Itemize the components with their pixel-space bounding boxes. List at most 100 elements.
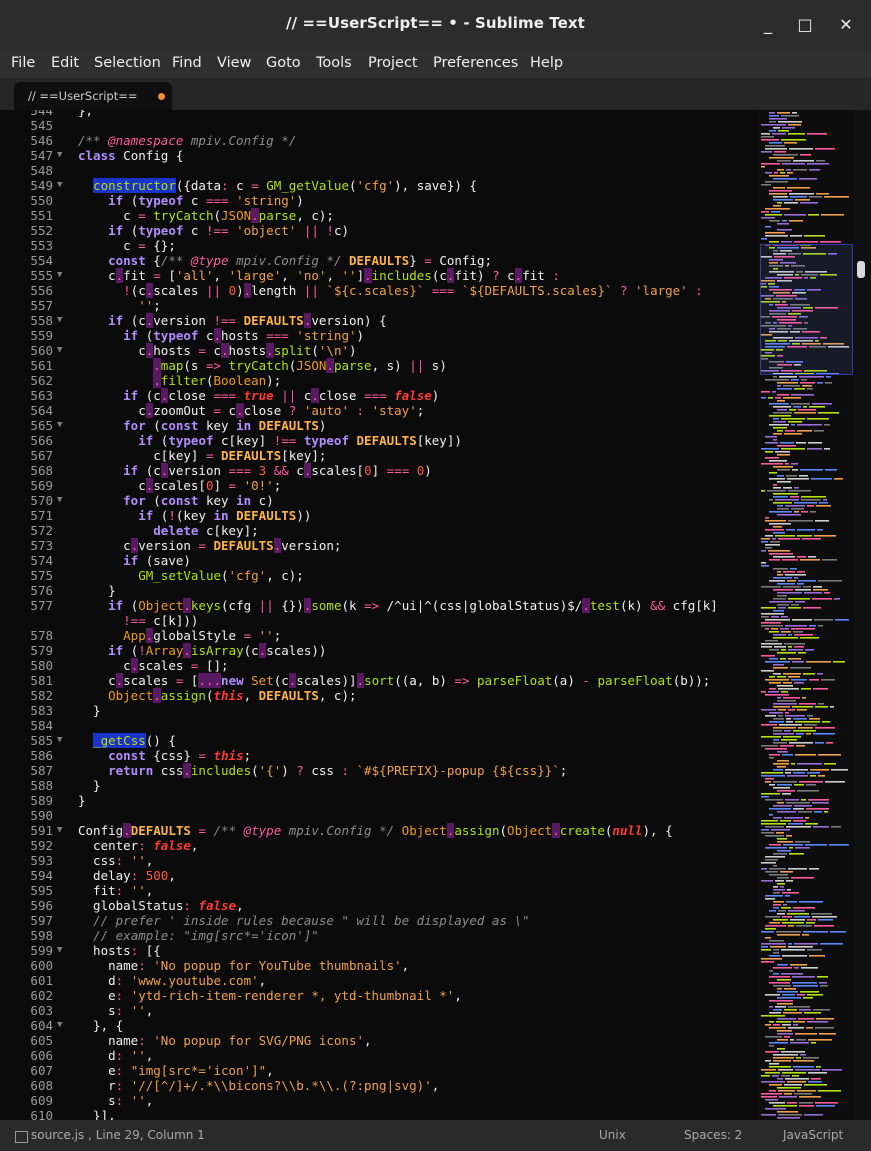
status-syntax[interactable]: JavaScript: [783, 1128, 843, 1142]
menu-preferences[interactable]: Preferences: [433, 55, 518, 71]
code-line[interactable]: c.zoomOut = c.close ? 'auto' : 'stay';: [78, 403, 757, 418]
tab-userscript[interactable]: // ==UserScript==: [14, 82, 172, 110]
code-line[interactable]: c.version = DEFAULTS.version;: [78, 538, 757, 553]
code-line[interactable]: .filter(Boolean);: [78, 373, 757, 388]
minimize-button[interactable]: _: [758, 15, 778, 35]
fold-arrow-icon[interactable]: ▼: [57, 313, 62, 328]
code-line[interactable]: for (const key in c): [78, 493, 757, 508]
code-line[interactable]: if (typeof c[key] !== typeof DEFAULTS[ke…: [78, 433, 757, 448]
code-line[interactable]: c = tryCatch(JSON.parse, c);: [78, 208, 757, 223]
fold-arrow-icon[interactable]: ▼: [57, 1018, 62, 1033]
menu-project[interactable]: Project: [368, 55, 418, 71]
fold-arrow-icon[interactable]: ▼: [57, 733, 62, 748]
code-line[interactable]: if (typeof c !== 'object' || !c): [78, 223, 757, 238]
code-line[interactable]: Object.assign(this, DEFAULTS, c);: [78, 688, 757, 703]
menu-file[interactable]: File: [11, 55, 35, 71]
code-line[interactable]: css: '',: [78, 853, 757, 868]
code-line[interactable]: c.scales = [...new Set(c.scales)].sort((…: [78, 673, 757, 688]
code-line[interactable]: [78, 163, 757, 178]
fold-arrow-icon[interactable]: ▼: [57, 418, 62, 433]
fold-arrow-icon[interactable]: ▼: [57, 343, 62, 358]
code-line[interactable]: }: [78, 703, 757, 718]
menu-view[interactable]: View: [217, 55, 251, 71]
code-line[interactable]: }: [78, 793, 757, 808]
code-line[interactable]: hosts: [{: [78, 943, 757, 958]
close-button[interactable]: ✕: [836, 15, 856, 35]
fold-arrow-icon[interactable]: ▼: [57, 178, 62, 193]
scrollbar-thumb[interactable]: [857, 261, 865, 278]
code-line[interactable]: e: "img[src*='icon']",: [78, 1063, 757, 1078]
menu-goto[interactable]: Goto: [266, 55, 301, 71]
code-line[interactable]: for (const key in DEFAULTS): [78, 418, 757, 433]
minimap[interactable]: [757, 110, 853, 1120]
code-line[interactable]: s: '',: [78, 1003, 757, 1018]
code-line[interactable]: }],: [78, 1108, 757, 1120]
fold-arrow-icon[interactable]: ▼: [57, 823, 62, 838]
code-line[interactable]: constructor({data: c = GM_getValue('cfg'…: [78, 178, 757, 193]
code-line[interactable]: Config.DEFAULTS = /** @type mpiv.Config …: [78, 823, 757, 838]
code-line[interactable]: e: 'ytd-rich-item-renderer *, ytd-thumbn…: [78, 988, 757, 1003]
minimap-viewport[interactable]: [760, 244, 853, 375]
code-line[interactable]: App.globalStyle = '';: [78, 628, 757, 643]
code-line[interactable]: if (save): [78, 553, 757, 568]
code-line[interactable]: _getCss() {: [78, 733, 757, 748]
code-line[interactable]: d: 'www.youtube.com',: [78, 973, 757, 988]
code-line[interactable]: c.hosts = c.hosts.split('\n'): [78, 343, 757, 358]
menu-tools[interactable]: Tools: [316, 55, 352, 71]
code-line[interactable]: if (c.version !== DEFAULTS.version) {: [78, 313, 757, 328]
unsaved-dot-icon[interactable]: [158, 93, 165, 100]
code-line[interactable]: };: [78, 110, 757, 118]
fold-arrow-icon[interactable]: ▼: [57, 148, 62, 163]
code-line[interactable]: if (typeof c.hosts === 'string'): [78, 328, 757, 343]
status-line-ending[interactable]: Unix: [599, 1128, 626, 1142]
code-line[interactable]: name: 'No popup for YouTube thumbnails',: [78, 958, 757, 973]
panel-toggle-icon[interactable]: [15, 1131, 28, 1143]
menu-help[interactable]: Help: [530, 55, 563, 71]
code-line[interactable]: !== c[k])): [78, 613, 757, 628]
menu-selection[interactable]: Selection: [94, 55, 161, 71]
fold-arrow-icon[interactable]: ▼: [57, 268, 62, 283]
fold-arrow-icon[interactable]: ▼: [57, 943, 62, 958]
code-line[interactable]: [78, 808, 757, 823]
code-line[interactable]: c.scales[0] = '0!';: [78, 478, 757, 493]
code-line[interactable]: }, {: [78, 1018, 757, 1033]
menu-find[interactable]: Find: [172, 55, 202, 71]
code-line[interactable]: center: false,: [78, 838, 757, 853]
code-line[interactable]: [78, 118, 757, 133]
code-line[interactable]: delay: 500,: [78, 868, 757, 883]
maximize-button[interactable]: □: [795, 15, 815, 35]
code-line[interactable]: return css.includes('{') ? css : `#${PRE…: [78, 763, 757, 778]
code-line[interactable]: if (typeof c === 'string'): [78, 193, 757, 208]
menu-edit[interactable]: Edit: [51, 55, 79, 71]
code-line[interactable]: GM_setValue('cfg', c);: [78, 568, 757, 583]
code-line[interactable]: class Config {: [78, 148, 757, 163]
code-line[interactable]: .map(s => tryCatch(JSON.parse, s) || s): [78, 358, 757, 373]
code-line[interactable]: s: '',: [78, 1093, 757, 1108]
code-line[interactable]: if (c.version === 3 && c.scales[0] === 0…: [78, 463, 757, 478]
code-line[interactable]: d: '',: [78, 1048, 757, 1063]
code-line[interactable]: const {/** @type mpiv.Config */ DEFAULTS…: [78, 253, 757, 268]
code-line[interactable]: // example: "img[src*='icon']": [78, 928, 757, 943]
code-editor[interactable]: 544 545 546 547 ▼ 548 549 ▼ 550 551 552 553 554 555 ▼ 5…: [0, 110, 757, 1120]
code-area[interactable]: }; /** @namespace mpiv.Config */class Co…: [78, 110, 757, 1120]
code-line[interactable]: /** @namespace mpiv.Config */: [78, 133, 757, 148]
code-line[interactable]: if (c.close === true || c.close === fals…: [78, 388, 757, 403]
code-line[interactable]: c.scales = [];: [78, 658, 757, 673]
code-line[interactable]: c[key] = DEFAULTS[key];: [78, 448, 757, 463]
code-line[interactable]: fit: '',: [78, 883, 757, 898]
code-line[interactable]: if (Object.keys(cfg || {}).some(k => /^u…: [78, 598, 757, 613]
code-line[interactable]: globalStatus: false,: [78, 898, 757, 913]
fold-arrow-icon[interactable]: ▼: [57, 493, 62, 508]
code-line[interactable]: }: [78, 583, 757, 598]
code-line[interactable]: }: [78, 778, 757, 793]
code-line[interactable]: // prefer ' inside rules because " will …: [78, 913, 757, 928]
code-line[interactable]: delete c[key];: [78, 523, 757, 538]
vertical-scrollbar[interactable]: [853, 110, 871, 1120]
code-line[interactable]: r: '//[^/]+/.*\\bicons?\\b.*\\.(?:png|sv…: [78, 1078, 757, 1093]
code-line[interactable]: [78, 718, 757, 733]
code-line[interactable]: '';: [78, 298, 757, 313]
code-line[interactable]: c = {};: [78, 238, 757, 253]
code-line[interactable]: name: 'No popup for SVG/PNG icons',: [78, 1033, 757, 1048]
code-line[interactable]: c.fit = ['all', 'large', 'no', ''].inclu…: [78, 268, 757, 283]
code-line[interactable]: !(c.scales || 0).length || `${c.scales}`…: [78, 283, 757, 298]
